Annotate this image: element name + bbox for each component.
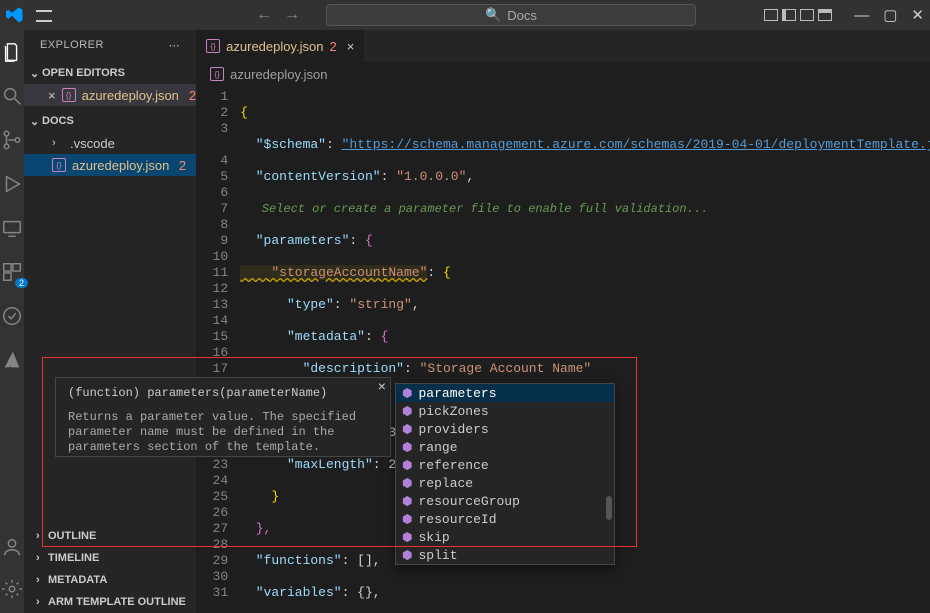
json-file-icon: {} [62, 88, 76, 102]
parameter-hint-popup: × (function) parameters(parameterName) R… [55, 377, 391, 457]
extensions-badge: 2 [15, 278, 28, 288]
open-editor-error-count: 2 [189, 88, 196, 103]
testing-tab-icon[interactable] [0, 304, 24, 328]
method-icon: ⬢ [402, 530, 412, 545]
activity-bar: 2 [0, 30, 24, 613]
json-file-icon: {} [52, 158, 66, 172]
method-icon: ⬢ [402, 548, 412, 563]
method-icon: ⬢ [402, 422, 412, 437]
search-icon: 🔍 [485, 7, 501, 23]
explorer-tab-icon[interactable] [0, 40, 24, 64]
tab-close-icon[interactable]: × [347, 39, 355, 54]
open-editor-item[interactable]: × {} azuredeploy.json 2 [24, 84, 196, 106]
suggest-label: pickZones [418, 404, 488, 419]
remote-tab-icon[interactable] [0, 216, 24, 240]
title-bar: ← → 🔍 Docs — ▢ ✕ [0, 0, 930, 30]
explorer-sidebar: EXPLORER ⋯ ⌄OPEN EDITORS × {} azuredeplo… [24, 30, 196, 613]
suggest-label: skip [418, 530, 449, 545]
method-icon: ⬢ [402, 440, 412, 455]
method-icon: ⬢ [402, 386, 412, 401]
method-icon: ⬢ [402, 404, 412, 419]
hint-description: Returns a parameter value. The specified… [68, 410, 378, 455]
settings-gear-icon[interactable] [0, 577, 24, 601]
arm-outline-section[interactable]: ›ARM TEMPLATE OUTLINE [30, 591, 196, 613]
search-tab-icon[interactable] [0, 84, 24, 108]
run-debug-tab-icon[interactable] [0, 172, 24, 196]
vscode-logo-icon [6, 6, 24, 24]
breadcrumb-file: azuredeploy.json [230, 67, 327, 82]
sidebar-more-icon[interactable]: ⋯ [169, 39, 181, 52]
breadcrumb[interactable]: {} azuredeploy.json [196, 63, 930, 85]
suggest-label: resourceId [418, 512, 496, 527]
source-control-tab-icon[interactable] [0, 128, 24, 152]
suggest-label: replace [418, 476, 473, 491]
editor-tab-bar: {} azuredeploy.json 2 × ◫ ⋯ [196, 30, 930, 63]
tab-filename: azuredeploy.json [226, 39, 323, 54]
suggest-item-resourceGroup[interactable]: ⬢ resourceGroup [396, 492, 614, 510]
method-icon: ⬢ [402, 476, 412, 491]
close-editor-icon[interactable]: × [48, 88, 56, 103]
hint-close-icon[interactable]: × [378, 380, 386, 396]
window-minimize-button[interactable]: — [854, 7, 869, 24]
line-gutter: 1234567891011121314151617222324252627282… [196, 85, 240, 613]
nav-back-button[interactable]: ← [256, 6, 272, 24]
nav-forward-button[interactable]: → [284, 6, 300, 24]
search-placeholder: Docs [507, 8, 537, 23]
suggest-scrollbar[interactable] [606, 496, 612, 520]
extensions-tab-icon[interactable]: 2 [0, 260, 24, 284]
suggest-item-resourceId[interactable]: ⬢ resourceId [396, 510, 614, 528]
folder-vscode[interactable]: ›.vscode [24, 132, 196, 154]
intellisense-suggest-widget[interactable]: ⬢ parameters ⬢ pickZones ⬢ providers ⬢ range ⬢ re… [395, 383, 615, 565]
azure-tab-icon[interactable] [0, 348, 24, 372]
file-azuredeploy[interactable]: {} azuredeploy.json 2 [24, 154, 196, 176]
window-maximize-button[interactable]: ▢ [883, 6, 897, 24]
suggest-label: reference [418, 458, 488, 473]
suggest-item-split[interactable]: ⬢ split [396, 546, 614, 564]
window-close-button[interactable]: ✕ [911, 6, 924, 24]
suggest-item-replace[interactable]: ⬢ replace [396, 474, 614, 492]
account-icon[interactable] [0, 535, 24, 559]
suggest-label: range [418, 440, 457, 455]
suggest-label: split [418, 548, 457, 563]
workspace-folder-header[interactable]: ⌄DOCS [24, 110, 196, 132]
editor-tab[interactable]: {} azuredeploy.json 2 × [196, 30, 365, 62]
json-file-icon: {} [210, 67, 224, 81]
suggest-item-reference[interactable]: ⬢ reference [396, 456, 614, 474]
metadata-section[interactable]: ›METADATA [30, 569, 196, 591]
layout-controls[interactable] [764, 9, 832, 21]
hint-signature: (function) parameters(parameterName) [68, 386, 378, 400]
open-editor-filename: azuredeploy.json [82, 88, 179, 103]
method-icon: ⬢ [402, 458, 412, 473]
suggest-label: providers [418, 422, 488, 437]
command-center-search[interactable]: 🔍 Docs [326, 4, 696, 26]
outline-section[interactable]: ›OUTLINE [30, 525, 196, 547]
suggest-item-skip[interactable]: ⬢ skip [396, 528, 614, 546]
suggest-label: parameters [418, 386, 496, 401]
open-editors-header[interactable]: ⌄OPEN EDITORS [24, 62, 196, 84]
suggest-item-parameters[interactable]: ⬢ parameters [396, 384, 614, 402]
suggest-label: resourceGroup [418, 494, 519, 509]
json-file-icon: {} [206, 39, 220, 53]
suggest-item-providers[interactable]: ⬢ providers [396, 420, 614, 438]
tab-error-count: 2 [329, 39, 336, 54]
file-error-count: 2 [179, 158, 186, 173]
suggest-item-range[interactable]: ⬢ range [396, 438, 614, 456]
timeline-section[interactable]: ›TIMELINE [30, 547, 196, 569]
method-icon: ⬢ [402, 494, 412, 509]
suggest-item-pickZones[interactable]: ⬢ pickZones [396, 402, 614, 420]
sidebar-title: EXPLORER [40, 39, 104, 51]
method-icon: ⬢ [402, 512, 412, 527]
